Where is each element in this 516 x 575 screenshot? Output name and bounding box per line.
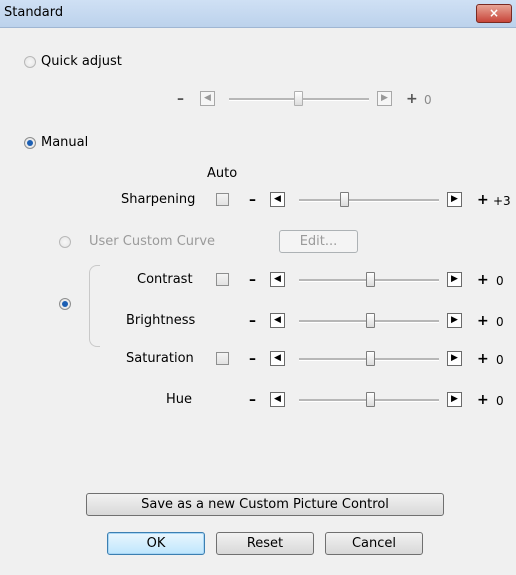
manual-label: Manual <box>41 135 89 150</box>
brightness-minus: – <box>249 313 256 329</box>
quick-adjust-slider-thumb[interactable] <box>294 91 303 106</box>
brightness-label: Brightness <box>126 313 196 328</box>
left-arrow-icon: ◀ <box>274 353 281 363</box>
sharpening-slider-thumb[interactable] <box>340 192 349 207</box>
saturation-increase-button[interactable]: ▶ <box>447 351 462 366</box>
sharpening-plus: + <box>477 192 489 208</box>
brightness-decrease-button[interactable]: ◀ <box>270 313 285 328</box>
window-title: Standard <box>4 5 64 20</box>
hue-plus: + <box>477 392 489 408</box>
cancel-button[interactable]: Cancel <box>325 532 423 555</box>
saturation-auto-checkbox[interactable] <box>216 352 229 365</box>
sharpening-slider-track[interactable] <box>299 199 439 202</box>
brightness-value: 0 <box>496 315 504 329</box>
contrast-value: 0 <box>496 274 504 288</box>
close-icon: × <box>488 6 500 20</box>
contrast-increase-button[interactable]: ▶ <box>447 272 462 287</box>
contrast-plus: + <box>477 272 489 288</box>
adjustment-group-bracket <box>89 265 100 347</box>
sharpening-decrease-button[interactable]: ◀ <box>270 192 285 207</box>
brightness-plus: + <box>477 313 489 329</box>
edit-curve-button[interactable]: Edit... <box>279 230 358 253</box>
quick-adjust-label: Quick adjust <box>41 54 122 69</box>
quick-adjust-decrease-button[interactable]: ◀ <box>200 91 215 106</box>
custom-curve-radio[interactable] <box>59 236 71 248</box>
save-as-new-custom-picture-control-button[interactable]: Save as a new Custom Picture Control <box>86 493 444 516</box>
right-arrow-icon: ▶ <box>451 394 458 404</box>
right-arrow-icon: ▶ <box>451 315 458 325</box>
left-arrow-icon: ◀ <box>274 274 281 284</box>
saturation-plus: + <box>477 351 489 367</box>
contrast-auto-checkbox[interactable] <box>216 273 229 286</box>
left-arrow-icon: ◀ <box>274 194 281 204</box>
sharpening-value: +3 <box>493 194 511 208</box>
sharpening-auto-checkbox[interactable] <box>216 193 229 206</box>
adjustment-group-radio[interactable] <box>59 298 71 310</box>
saturation-label: Saturation <box>126 351 194 366</box>
saturation-value: 0 <box>496 353 504 367</box>
right-arrow-icon: ▶ <box>381 93 388 103</box>
sharpening-label: Sharpening <box>121 192 196 207</box>
hue-label: Hue <box>166 392 193 407</box>
right-arrow-icon: ▶ <box>451 194 458 204</box>
ok-button[interactable]: OK <box>107 532 205 555</box>
brightness-increase-button[interactable]: ▶ <box>447 313 462 328</box>
brightness-slider-thumb[interactable] <box>366 313 375 328</box>
hue-slider-thumb[interactable] <box>366 392 375 407</box>
left-arrow-icon: ◀ <box>204 93 211 103</box>
sharpening-minus: – <box>249 192 256 208</box>
contrast-slider-thumb[interactable] <box>366 272 375 287</box>
reset-button[interactable]: Reset <box>216 532 314 555</box>
saturation-decrease-button[interactable]: ◀ <box>270 351 285 366</box>
hue-increase-button[interactable]: ▶ <box>447 392 462 407</box>
auto-column-header: Auto <box>207 166 238 181</box>
quick-adjust-minus: – <box>177 91 184 107</box>
left-arrow-icon: ◀ <box>274 315 281 325</box>
quick-adjust-radio[interactable] <box>24 56 36 68</box>
contrast-label: Contrast <box>137 272 193 287</box>
quick-adjust-plus: + <box>406 91 418 107</box>
dialog-window: Standard × Quick adjust – ◀ ▶ + 0 Manual… <box>0 0 516 575</box>
contrast-minus: – <box>249 272 256 288</box>
saturation-minus: – <box>249 351 256 367</box>
title-bar: Standard × <box>0 0 516 28</box>
hue-minus: – <box>249 392 256 408</box>
right-arrow-icon: ▶ <box>451 274 458 284</box>
hue-value: 0 <box>496 394 504 408</box>
quick-adjust-increase-button[interactable]: ▶ <box>377 91 392 106</box>
quick-adjust-value: 0 <box>424 93 432 107</box>
custom-curve-label: User Custom Curve <box>89 234 216 249</box>
close-button[interactable]: × <box>476 4 512 23</box>
right-arrow-icon: ▶ <box>451 353 458 363</box>
sharpening-increase-button[interactable]: ▶ <box>447 192 462 207</box>
saturation-slider-thumb[interactable] <box>366 351 375 366</box>
left-arrow-icon: ◀ <box>274 394 281 404</box>
contrast-decrease-button[interactable]: ◀ <box>270 272 285 287</box>
hue-decrease-button[interactable]: ◀ <box>270 392 285 407</box>
manual-radio[interactable] <box>24 137 36 149</box>
